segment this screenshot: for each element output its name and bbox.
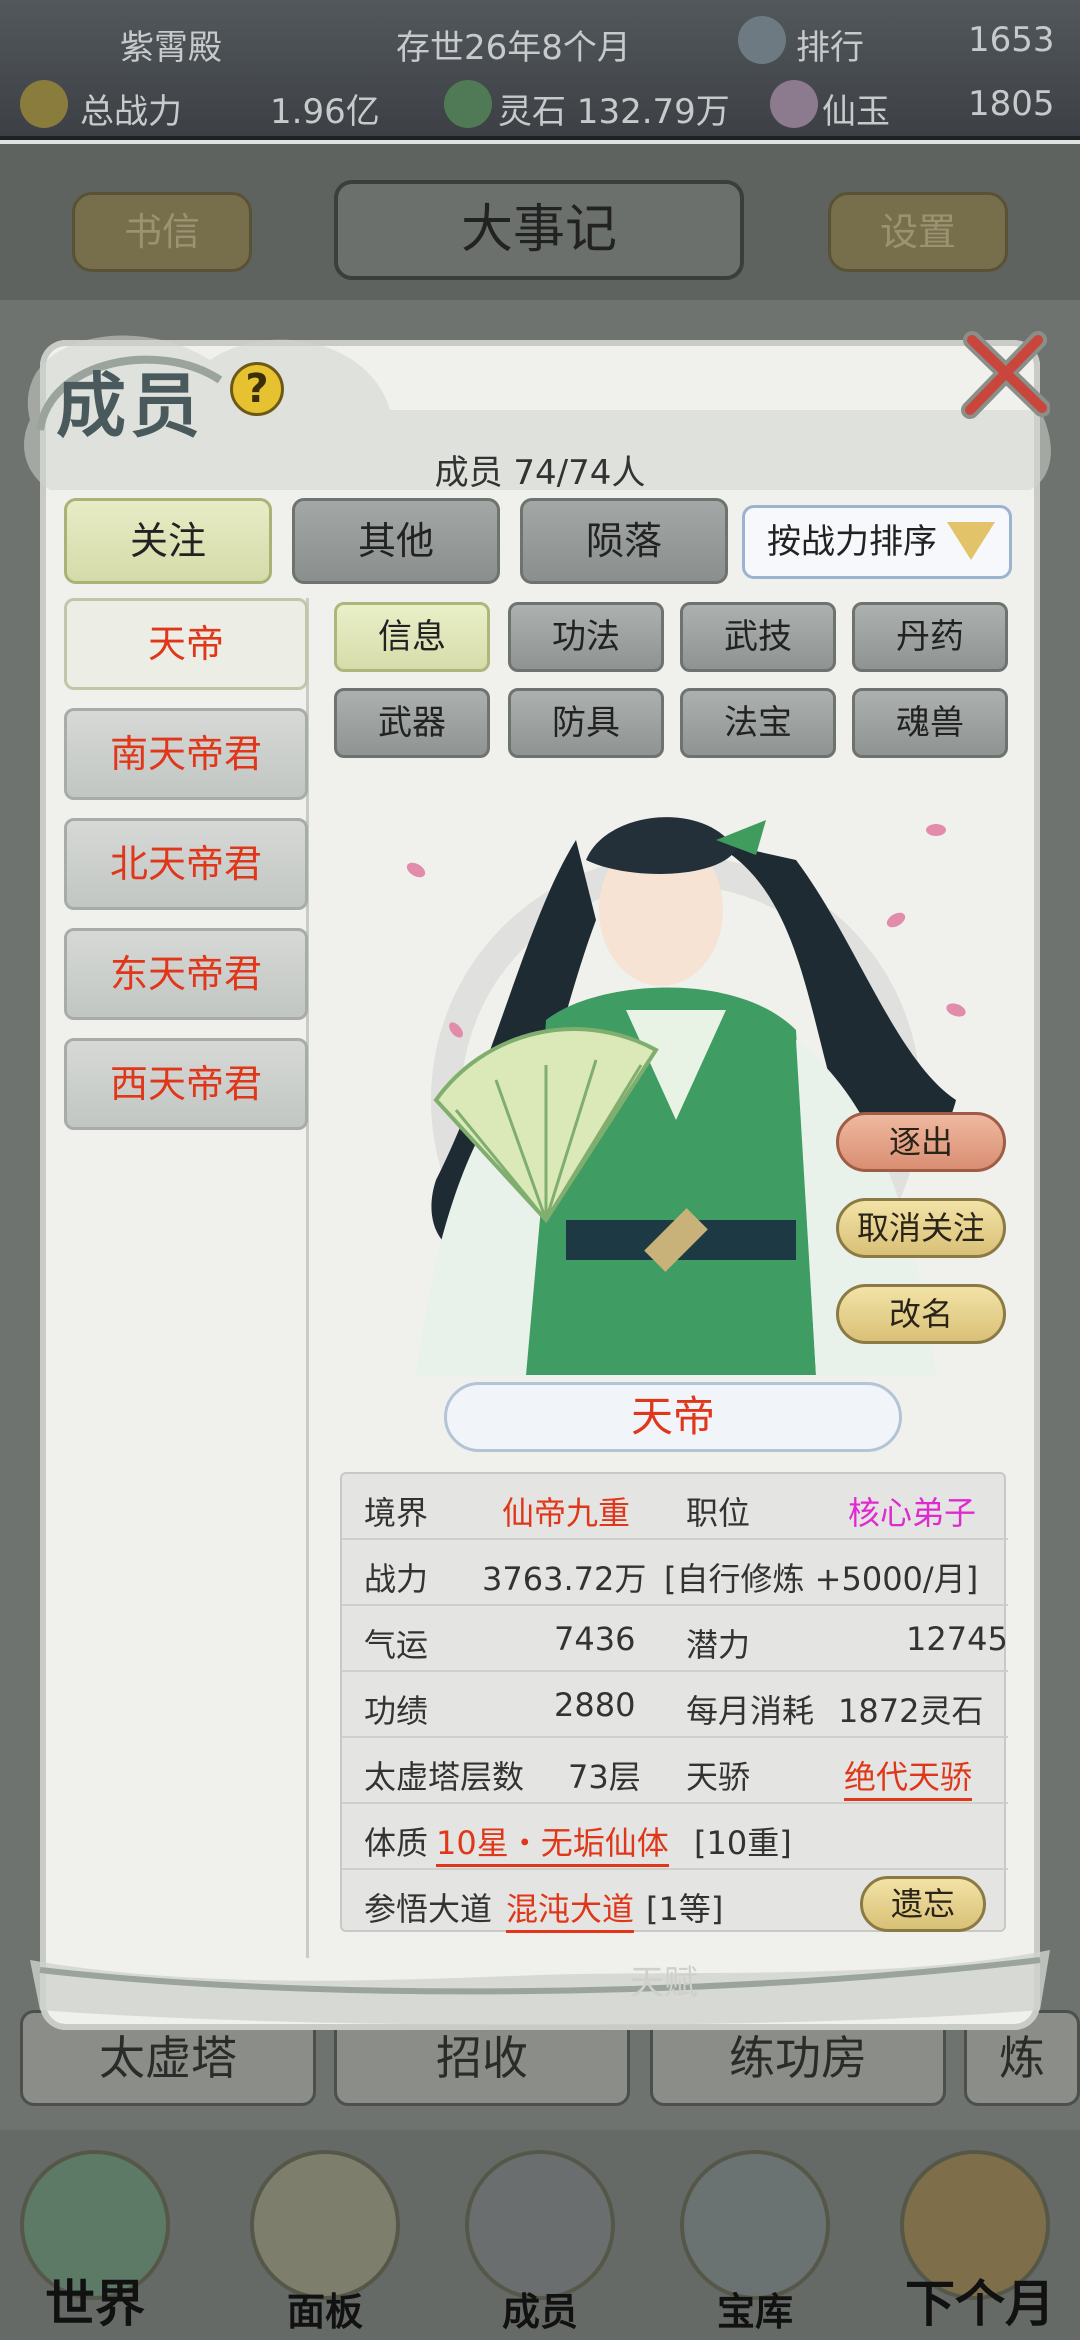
member-item[interactable]: 南天帝君 <box>64 708 308 800</box>
bottom-nav: 世界 面板 成员 宝库 下个月 <box>0 2130 1080 2340</box>
info-row: 体质 10星・无垢仙体 [10重] <box>342 1804 1008 1870</box>
jade-value: 1805 <box>968 84 1055 124</box>
tab-armor[interactable]: 防具 <box>508 688 664 758</box>
letters-button[interactable]: 书信 <box>72 192 252 272</box>
luck-value: 7436 <box>554 1620 636 1658</box>
tab-beasts[interactable]: 魂兽 <box>852 688 1008 758</box>
rank-value: 1653 <box>968 20 1055 60</box>
members-icon <box>465 2150 615 2300</box>
info-row: 战力 3763.72万 [自行修炼 +5000/月] <box>342 1540 1008 1606</box>
character-name: 天帝 <box>444 1382 902 1452</box>
realm-value: 仙帝九重 <box>502 1494 631 1532</box>
tab-fallen[interactable]: 陨落 <box>520 498 728 584</box>
info-row: 境界 仙帝九重 职位 核心弟子 <box>342 1474 1008 1540</box>
power-value: 3763.72万 <box>482 1560 647 1598</box>
rank-label[interactable]: 排行 <box>796 20 864 69</box>
spirit-stone-icon <box>444 80 492 128</box>
power-label: 总战力 <box>80 92 182 132</box>
events-title[interactable]: 大事记 <box>334 180 744 280</box>
sort-label: 按战力排序 <box>767 522 937 562</box>
rename-button[interactable]: 改名 <box>836 1284 1006 1344</box>
info-row: 气运 7436 潜力 12745 <box>342 1606 1008 1672</box>
rank-icon <box>738 16 786 64</box>
info-table: 境界 仙帝九重 职位 核心弟子 战力 3763.72万 [自行修炼 +5000/… <box>340 1472 1008 1933</box>
tab-skills[interactable]: 武技 <box>680 602 836 672</box>
time-text: 存世26年8个月 <box>396 28 631 68</box>
sort-dropdown[interactable]: 按战力排序 <box>742 505 1012 579</box>
nav-next-month[interactable]: 下个月 <box>880 2140 1080 2340</box>
member-item[interactable]: 北天帝君 <box>64 818 308 910</box>
talent-label: 天赋 <box>630 1963 698 2003</box>
tab-info[interactable]: 信息 <box>334 602 490 672</box>
help-icon[interactable]: ? <box>230 362 284 416</box>
member-count: 成员 74/74人 <box>434 453 646 493</box>
settings-button[interactable]: 设置 <box>828 192 1008 272</box>
tab-artifacts[interactable]: 法宝 <box>680 688 836 758</box>
treasury-icon <box>680 2150 830 2300</box>
dropdown-arrow-icon <box>947 522 995 560</box>
page-header: 书信 大事记 设置 <box>0 144 1080 304</box>
potential-value: 12745 <box>906 1620 1008 1658</box>
tower-value: 73层 <box>568 1758 641 1796</box>
constitution-value[interactable]: 10星・无垢仙体 <box>436 1818 669 1867</box>
tab-techniques[interactable]: 功法 <box>508 602 664 672</box>
tab-followed[interactable]: 关注 <box>64 498 272 584</box>
tab-pills[interactable]: 丹药 <box>852 602 1008 672</box>
app-screen: { "top_bar": { "sect_name": "紫霄殿", "time… <box>0 0 1080 2340</box>
prodigy-value[interactable]: 绝代天骄 <box>844 1752 973 1801</box>
resource-bar: 紫霄殿 存世26年8个月 排行 1653 总战力 1.96亿 灵石 132.79… <box>0 0 1080 140</box>
power-value: 1.96亿 <box>270 92 380 132</box>
tab-weapons[interactable]: 武器 <box>334 688 490 758</box>
nav-world[interactable]: 世界 <box>0 2140 190 2340</box>
spirit-stone-value: 灵石 132.79万 <box>498 92 730 132</box>
tab-others[interactable]: 其他 <box>292 498 500 584</box>
monthly-value: 1872灵石 <box>838 1692 984 1730</box>
power-icon <box>20 80 68 128</box>
close-icon[interactable] <box>960 330 1050 420</box>
sect-name: 紫霄殿 <box>120 28 222 68</box>
member-item[interactable]: 西天帝君 <box>64 1038 308 1130</box>
nav-panel[interactable]: 面板 <box>230 2140 420 2340</box>
jade-icon <box>770 80 818 128</box>
position-value: 核心弟子 <box>848 1494 977 1532</box>
panel-icon <box>250 2150 400 2300</box>
cloud-frame-bottom <box>30 1950 1050 2025</box>
unfollow-button[interactable]: 取消关注 <box>836 1198 1006 1258</box>
member-item[interactable]: 东天帝君 <box>64 928 308 1020</box>
modal-title: 成员 <box>56 364 204 447</box>
info-row: 功绩 2880 每月消耗 1872灵石 <box>342 1672 1008 1738</box>
power-extra: [自行修炼 +5000/月] <box>664 1560 979 1598</box>
member-list: 天帝 南天帝君 北天帝君 东天帝君 西天帝君 <box>64 598 309 1958</box>
member-item[interactable]: 天帝 <box>64 598 308 690</box>
info-row: 太虚塔层数 73层 天骄 绝代天骄 <box>342 1738 1008 1804</box>
constitution-level: [10重] <box>694 1824 792 1862</box>
jade-label: 仙玉 <box>822 92 890 132</box>
nav-members[interactable]: 成员 <box>445 2140 635 2340</box>
kick-button[interactable]: 逐出 <box>836 1112 1006 1172</box>
merit-value: 2880 <box>554 1686 636 1724</box>
nav-treasury[interactable]: 宝库 <box>660 2140 850 2340</box>
